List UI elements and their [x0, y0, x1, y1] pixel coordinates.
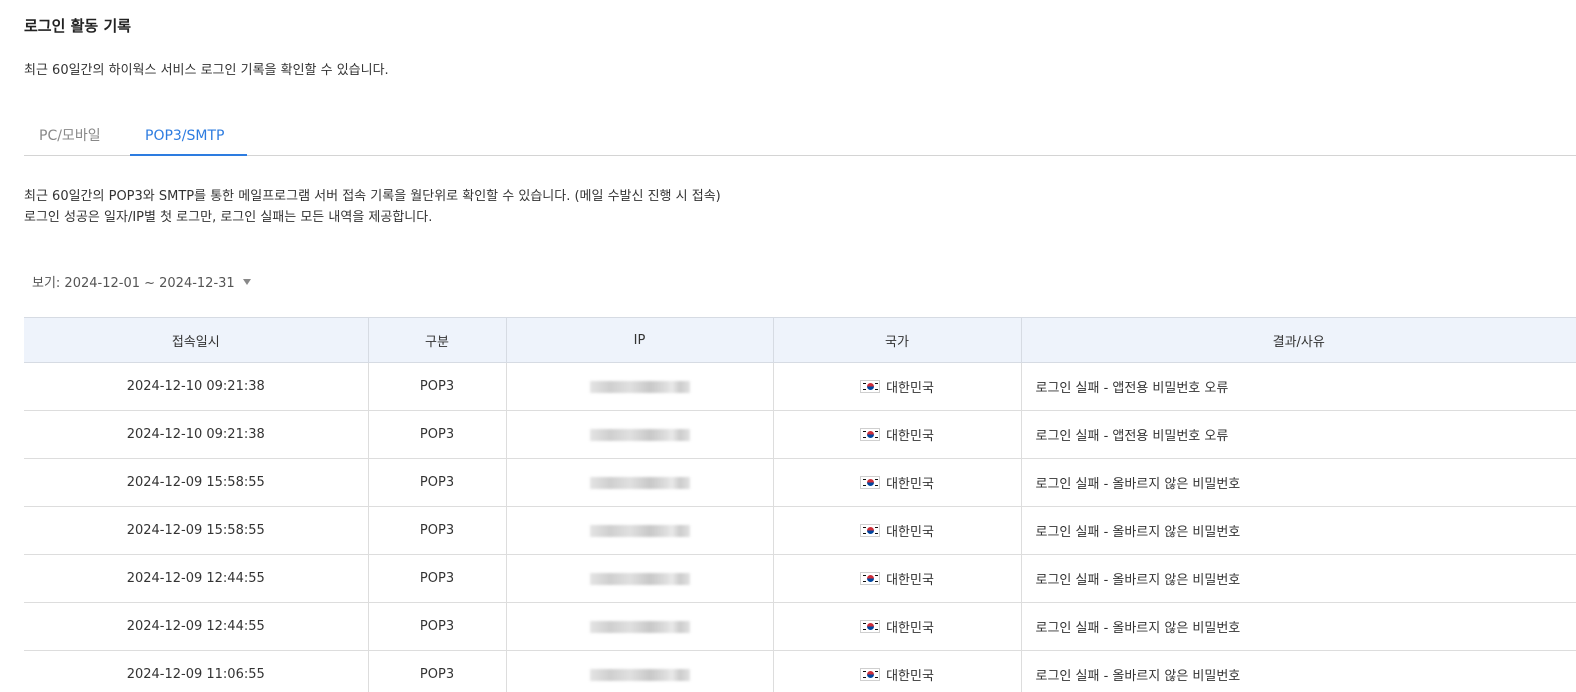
- cell-country: 대한민국: [773, 362, 1022, 411]
- cell-datetime: 2024-12-10 09:21:38: [24, 410, 369, 459]
- country-value: 대한민국: [860, 521, 934, 540]
- cell-datetime: 2024-12-09 15:58:55: [24, 458, 369, 507]
- country-value: 대한민국: [860, 569, 934, 588]
- blurred-ip-value: [589, 620, 690, 633]
- cell-ip: [506, 458, 774, 507]
- cell-ip: [506, 362, 774, 411]
- cell-datetime: 2024-12-10 09:21:38: [24, 362, 369, 411]
- login-log-table: 접속일시 구분 IP 국가 결과/사유 2024-12-10 09:21:38 P…: [24, 317, 1576, 692]
- country-name: 대한민국: [886, 476, 934, 492]
- table-row: 2024-12-10 09:21:38 POP3 대한민국 로그인 실패 - 앱전용 …: [24, 410, 1576, 459]
- country-value: 대한민국: [860, 377, 934, 396]
- header-result: 결과/사유: [1021, 317, 1576, 363]
- cell-result: 로그인 실패 - 올바르지 않은 비밀번호: [1021, 506, 1576, 555]
- page-title: 로그인 활동 기록: [24, 17, 132, 35]
- cell-country: 대한민국: [773, 458, 1022, 507]
- south-korea-flag-icon: [860, 523, 881, 537]
- cell-country: 대한민국: [773, 410, 1022, 459]
- cell-result: 로그인 실패 - 올바르지 않은 비밀번호: [1021, 554, 1576, 603]
- cell-ip: [506, 554, 774, 603]
- cell-country: 대한민국: [773, 554, 1022, 603]
- header-datetime: 접속일시: [24, 317, 369, 363]
- table-row: 2024-12-09 12:44:55 POP3 대한민국 로그인 실패 - 올바르지…: [24, 554, 1576, 603]
- cell-ip: [506, 602, 774, 651]
- cell-type: POP3: [368, 458, 507, 507]
- cell-type: POP3: [368, 650, 507, 692]
- country-value: 대한민국: [860, 425, 934, 444]
- login-activity-page: 로그인 활동 기록 최근 60일간의 하이웍스 서비스 로그인 기록을 확인할 …: [0, 0, 1576, 692]
- south-korea-flag-icon: [860, 379, 881, 393]
- notice-line-2: 로그인 성공은 일자/IP별 첫 로그만, 로그인 실패는 모든 내역을 제공합…: [24, 210, 433, 225]
- cell-result: 로그인 실패 - 앱전용 비밀번호 오류: [1021, 410, 1576, 459]
- cell-result: 로그인 실패 - 올바르지 않은 비밀번호: [1021, 458, 1576, 507]
- cell-country: 대한민국: [773, 506, 1022, 555]
- cell-datetime: 2024-12-09 11:06:55: [24, 650, 369, 692]
- south-korea-flag-icon: [860, 475, 881, 489]
- cell-type: POP3: [368, 506, 507, 555]
- blurred-ip-value: [589, 428, 690, 441]
- country-name: 대한민국: [886, 668, 934, 684]
- country-name: 대한민국: [886, 620, 934, 636]
- cell-ip: [506, 506, 774, 555]
- table-header-row: 접속일시 구분 IP 국가 결과/사유: [24, 317, 1576, 363]
- cell-datetime: 2024-12-09 12:44:55: [24, 554, 369, 603]
- cell-datetime: 2024-12-09 12:44:55: [24, 602, 369, 651]
- table-body: 2024-12-10 09:21:38 POP3 대한민국 로그인 실패 - 앱전용 …: [24, 362, 1576, 692]
- tab-bar: PC/모바일 POP3/SMTP: [24, 117, 1576, 156]
- country-name: 대한민국: [886, 572, 934, 588]
- tab-pc-mobile[interactable]: PC/모바일: [24, 117, 130, 155]
- cell-type: POP3: [368, 554, 507, 603]
- south-korea-flag-icon: [860, 667, 881, 681]
- blurred-ip-value: [589, 572, 690, 585]
- country-name: 대한민국: [886, 380, 934, 396]
- cell-datetime: 2024-12-09 15:58:55: [24, 506, 369, 555]
- south-korea-flag-icon: [860, 427, 881, 441]
- country-name: 대한민국: [886, 524, 934, 540]
- period-filter-dropdown[interactable]: 보기: 2024-12-01 ~ 2024-12-31: [32, 272, 251, 291]
- cell-result: 로그인 실패 - 올바르지 않은 비밀번호: [1021, 650, 1576, 692]
- country-value: 대한민국: [860, 473, 934, 492]
- cell-country: 대한민국: [773, 602, 1022, 651]
- country-name: 대한민국: [886, 428, 934, 444]
- period-filter-label: 보기: 2024-12-01 ~ 2024-12-31: [32, 276, 235, 291]
- caret-down-icon: [242, 279, 251, 285]
- cell-country: 대한민국: [773, 650, 1022, 692]
- country-value: 대한민국: [860, 617, 934, 636]
- table-row: 2024-12-10 09:21:38 POP3 대한민국 로그인 실패 - 앱전용 …: [24, 362, 1576, 411]
- page-description: 최근 60일간의 하이웍스 서비스 로그인 기록을 확인할 수 있습니다.: [24, 63, 389, 78]
- blurred-ip-value: [589, 668, 690, 681]
- table-row: 2024-12-09 15:58:55 POP3 대한민국 로그인 실패 - 올바르지…: [24, 506, 1576, 555]
- header-country: 국가: [773, 317, 1022, 363]
- blurred-ip-value: [589, 380, 690, 393]
- notice-text: 최근 60일간의 POP3와 SMTP를 통한 메일프로그램 서버 접속 기록을…: [24, 186, 721, 228]
- notice-line-1: 최근 60일간의 POP3와 SMTP를 통한 메일프로그램 서버 접속 기록을…: [24, 189, 721, 204]
- cell-ip: [506, 650, 774, 692]
- blurred-ip-value: [589, 524, 690, 537]
- cell-ip: [506, 410, 774, 459]
- header-ip: IP: [506, 317, 774, 363]
- cell-type: POP3: [368, 362, 507, 411]
- table-row: 2024-12-09 11:06:55 POP3 대한민국 로그인 실패 - 올바르지…: [24, 650, 1576, 692]
- cell-type: POP3: [368, 410, 507, 459]
- south-korea-flag-icon: [860, 619, 881, 633]
- south-korea-flag-icon: [860, 571, 881, 585]
- table-row: 2024-12-09 12:44:55 POP3 대한민국 로그인 실패 - 올바르지…: [24, 602, 1576, 651]
- tab-pop3-smtp[interactable]: POP3/SMTP: [130, 117, 247, 156]
- cell-result: 로그인 실패 - 앱전용 비밀번호 오류: [1021, 362, 1576, 411]
- country-value: 대한민국: [860, 665, 934, 684]
- table-row: 2024-12-09 15:58:55 POP3 대한민국 로그인 실패 - 올바르지…: [24, 458, 1576, 507]
- blurred-ip-value: [589, 476, 690, 489]
- cell-type: POP3: [368, 602, 507, 651]
- header-type: 구분: [368, 317, 507, 363]
- cell-result: 로그인 실패 - 올바르지 않은 비밀번호: [1021, 602, 1576, 651]
